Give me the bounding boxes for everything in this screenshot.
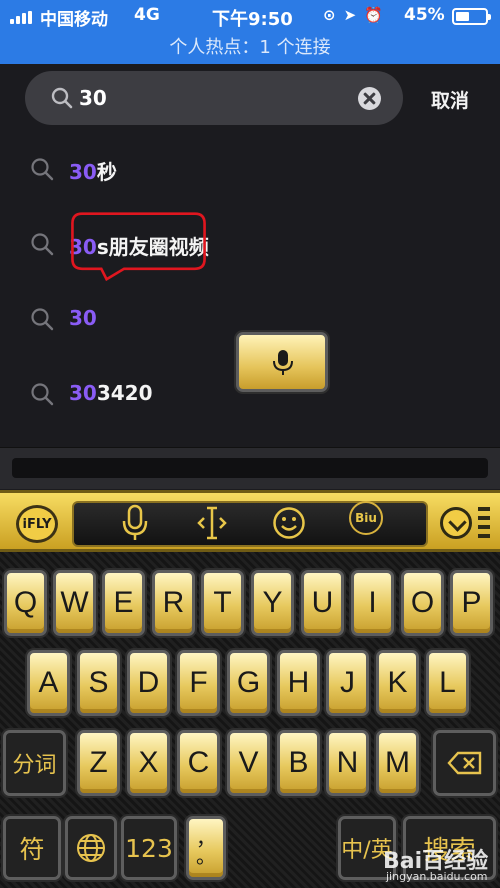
key-i[interactable]: I	[351, 570, 394, 636]
search-input[interactable]	[79, 82, 349, 114]
suggestion-item[interactable]: 30秒	[0, 139, 500, 199]
search-icon	[31, 308, 54, 331]
orientation-lock-icon: ⊙	[323, 6, 344, 24]
key-g[interactable]: G	[227, 650, 270, 716]
key-m[interactable]: M	[376, 730, 419, 796]
mic-icon	[273, 350, 293, 375]
search-icon	[31, 383, 54, 406]
status-icons: ⊙➤⏰	[323, 6, 391, 24]
battery-icon	[452, 8, 491, 25]
battery-level	[456, 12, 469, 21]
chevron-down-icon[interactable]	[440, 507, 472, 539]
search-bar[interactable]	[25, 71, 403, 125]
key-h[interactable]: H	[277, 650, 320, 716]
backspace-icon	[446, 751, 481, 775]
alarm-icon: ⏰	[364, 6, 391, 24]
split-word-key[interactable]: 分词	[3, 730, 66, 796]
key-r[interactable]: R	[152, 570, 195, 636]
key-c[interactable]: C	[177, 730, 220, 796]
clear-search-button[interactable]	[358, 87, 381, 110]
smiley-icon[interactable]	[272, 506, 306, 540]
search-icon	[31, 233, 54, 256]
key-k[interactable]: K	[376, 650, 419, 716]
cursor-move-icon[interactable]	[196, 505, 228, 541]
punctuation-key[interactable]: ， 。	[186, 816, 226, 880]
search-icon	[31, 158, 54, 181]
biu-button[interactable]: Biu	[349, 501, 383, 535]
ifly-logo-button[interactable]: iFLY	[16, 505, 58, 543]
space-key[interactable]	[236, 332, 328, 392]
cancel-button[interactable]: 取消	[431, 86, 469, 113]
key-d[interactable]: D	[127, 650, 170, 716]
key-q[interactable]: Q	[4, 570, 47, 636]
backspace-key[interactable]	[433, 730, 496, 796]
key-l[interactable]: L	[426, 650, 469, 716]
key-z[interactable]: Z	[77, 730, 120, 796]
mic-icon[interactable]	[120, 504, 150, 542]
key-o[interactable]: O	[401, 570, 444, 636]
key-b[interactable]: B	[277, 730, 320, 796]
watermark-url: jingyan.baidu.com	[386, 870, 488, 883]
keyboard-separator	[0, 447, 500, 489]
status-bar: 中国移动 4G 下午9:50 ⊙➤⏰ 45% 个人热点：1 个连接	[0, 0, 500, 64]
suggestion-match: 30	[69, 381, 97, 405]
key-j[interactable]: J	[326, 650, 369, 716]
suggestion-text: 30	[69, 306, 97, 330]
number-key[interactable]: 123	[121, 816, 177, 880]
suggestion-text: 303420	[69, 381, 153, 405]
battery-percent: 45%	[404, 5, 445, 25]
globe-icon	[77, 834, 105, 862]
suggestion-match: 30	[69, 306, 97, 330]
keyboard-toolbar: iFLY Biu	[0, 490, 500, 552]
key-f[interactable]: F	[177, 650, 220, 716]
status-time: 下午9:50	[212, 9, 293, 30]
symbol-key[interactable]: 符	[3, 816, 61, 880]
key-n[interactable]: N	[326, 730, 369, 796]
key-t[interactable]: T	[201, 570, 244, 636]
search-icon	[51, 87, 73, 109]
location-icon: ➤	[343, 6, 365, 24]
suggestion-match: 30	[69, 160, 97, 184]
annotation-callout	[71, 212, 206, 281]
carrier-name: 中国移动	[40, 10, 108, 30]
globe-key[interactable]	[65, 816, 117, 880]
hotspot-banner[interactable]: 个人热点：1 个连接	[0, 33, 500, 59]
drag-grip[interactable]	[478, 507, 490, 543]
key-w[interactable]: W	[53, 570, 96, 636]
key-x[interactable]: X	[127, 730, 170, 796]
key-u[interactable]: U	[301, 570, 344, 636]
key-e[interactable]: E	[102, 570, 145, 636]
signal-icon	[10, 11, 34, 24]
key-y[interactable]: Y	[251, 570, 294, 636]
key-p[interactable]: P	[450, 570, 493, 636]
suggestion-rest: 3420	[96, 381, 153, 405]
suggestion-rest: 秒	[96, 160, 117, 184]
key-v[interactable]: V	[227, 730, 270, 796]
key-a[interactable]: A	[27, 650, 70, 716]
suggestion-text: 30秒	[69, 156, 117, 185]
key-s[interactable]: S	[77, 650, 120, 716]
network-type: 4G	[134, 5, 160, 25]
